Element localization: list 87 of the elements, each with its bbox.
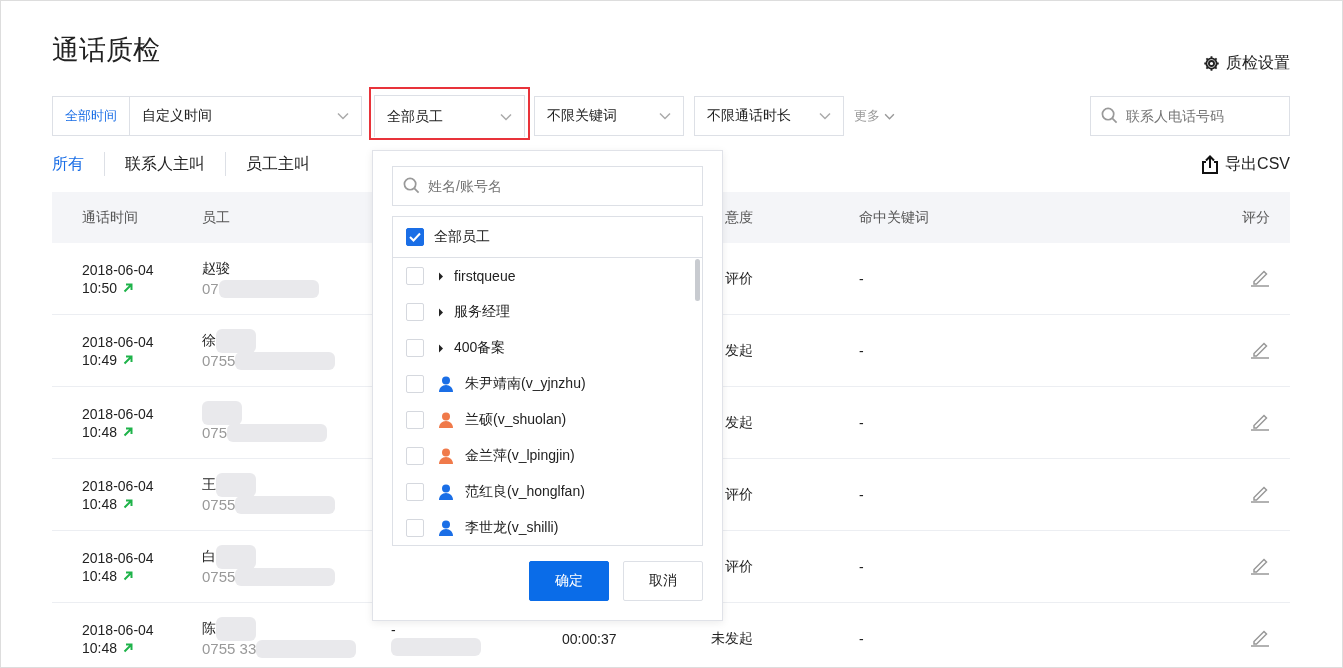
outgoing-arrow-icon — [123, 498, 134, 509]
chevron-down-icon — [337, 112, 349, 120]
search-icon — [1101, 107, 1118, 124]
satisfaction-cell: 未发起 — [711, 629, 753, 646]
table-cell: - — [391, 621, 396, 638]
chevron-down-icon — [884, 112, 895, 120]
outgoing-arrow-icon — [123, 426, 134, 437]
chevron-down-icon — [819, 112, 831, 120]
employee-option[interactable]: 金兰萍(v_lpingjin) — [465, 447, 575, 465]
call-date: 2018-06-04 — [82, 261, 155, 278]
chevron-down-icon — [659, 112, 671, 120]
employee-option[interactable]: 兰硕(v_shuolan) — [465, 411, 567, 429]
upload-icon — [1201, 154, 1220, 174]
outgoing-arrow-icon — [123, 642, 134, 653]
employee-select[interactable]: 全部员工 — [374, 95, 525, 137]
call-date: 2018-06-04 — [82, 405, 155, 422]
employee-option[interactable]: 朱尹靖南(v_yjnzhu) — [465, 375, 586, 393]
phone-number: 075 — [202, 424, 228, 441]
column-header: 通话时间 — [81, 208, 139, 227]
group-label[interactable]: 服务经理 — [454, 303, 510, 321]
cancel-button[interactable]: 取消 — [623, 561, 703, 601]
call-type-tab[interactable]: 员工主叫 — [226, 153, 330, 175]
option-label[interactable]: 全部员工 — [434, 228, 490, 246]
call-duration: 00:00:37 — [562, 630, 617, 647]
time-filter[interactable]: 全部时间 自定义时间 — [52, 96, 362, 136]
column-header: 意度 — [724, 208, 753, 227]
call-date: 2018-06-04 — [82, 549, 155, 566]
call-type-tab[interactable]: 联系人主叫 — [105, 153, 225, 175]
employee-name: 王 — [202, 475, 216, 494]
employee-name: 徐 — [202, 331, 216, 350]
employee-search-field[interactable]: 姓名/账号名 — [392, 166, 703, 206]
keyword-select[interactable]: 不限关键词 — [534, 96, 684, 136]
search-icon — [403, 177, 420, 194]
satisfaction-cell: 评价 — [725, 485, 753, 502]
employee-name: 白 — [202, 547, 216, 566]
call-date: 2018-06-04 — [82, 333, 155, 350]
keywords-cell: - — [859, 558, 864, 575]
column-header: 评分 — [1241, 208, 1271, 227]
outgoing-arrow-icon — [123, 354, 134, 365]
time-range-select[interactable]: 自定义时间 — [130, 97, 361, 135]
employee-option[interactable]: 范红良(v_honglfan) — [465, 483, 585, 501]
satisfaction-cell: 发起 — [725, 341, 753, 358]
page-title: 通话质检 — [52, 34, 160, 67]
confirm-button[interactable]: 确定 — [529, 561, 609, 601]
satisfaction-cell: 评价 — [725, 557, 753, 574]
keywords-cell: - — [859, 342, 864, 359]
checkbox[interactable] — [406, 228, 424, 246]
phone-number: 0755 — [202, 496, 236, 513]
phone-number: 0755 — [202, 352, 236, 369]
expand-triangle-icon[interactable] — [438, 307, 444, 317]
keywords-cell: - — [859, 270, 864, 287]
call-time: 10:48 — [82, 423, 118, 440]
duration-select[interactable]: 不限通话时长 — [694, 96, 844, 136]
call-date: 2018-06-04 — [82, 621, 155, 638]
keywords-cell: - — [859, 414, 864, 431]
outgoing-arrow-icon — [123, 282, 134, 293]
employee-name: 陈 — [202, 619, 216, 638]
call-time: 10:49 — [82, 351, 118, 368]
chevron-down-icon — [500, 112, 512, 121]
phone-number: 0755 33 — [202, 640, 257, 657]
call-time: 10:50 — [82, 279, 118, 296]
call-type-tab[interactable]: 所有 — [52, 153, 104, 175]
call-time: 10:48 — [82, 567, 118, 584]
call-time: 10:48 — [82, 639, 118, 656]
settings-link[interactable]: 质检设置 — [1203, 53, 1290, 74]
group-label[interactable]: 400备案 — [454, 339, 506, 357]
phone-number: 07 — [202, 280, 219, 297]
scrollbar-thumb[interactable] — [695, 259, 700, 301]
column-header: 命中关键词 — [858, 208, 930, 227]
outgoing-arrow-icon — [123, 570, 134, 581]
expand-triangle-icon[interactable] — [438, 271, 444, 281]
call-date: 2018-06-04 — [82, 477, 155, 494]
call-time: 10:48 — [82, 495, 118, 512]
column-header: 员工 — [202, 208, 231, 227]
export-csv-link[interactable]: 导出CSV — [1201, 153, 1290, 175]
employee-name: 赵骏 — [202, 259, 230, 278]
phone-search-field[interactable]: 联系人电话号码 — [1090, 96, 1290, 136]
employee-option[interactable]: 李世龙(v_shilli) — [465, 519, 559, 537]
time-scope-option[interactable]: 全部时间 — [53, 97, 130, 135]
group-label[interactable]: firstqueue — [454, 268, 516, 284]
keywords-cell: - — [859, 630, 864, 647]
phone-number: 0755 — [202, 568, 236, 585]
keywords-cell: - — [859, 486, 864, 503]
settings-icon — [1203, 55, 1220, 72]
expand-triangle-icon[interactable] — [438, 343, 444, 353]
satisfaction-cell: 发起 — [725, 413, 753, 430]
satisfaction-cell: 评价 — [725, 269, 753, 286]
